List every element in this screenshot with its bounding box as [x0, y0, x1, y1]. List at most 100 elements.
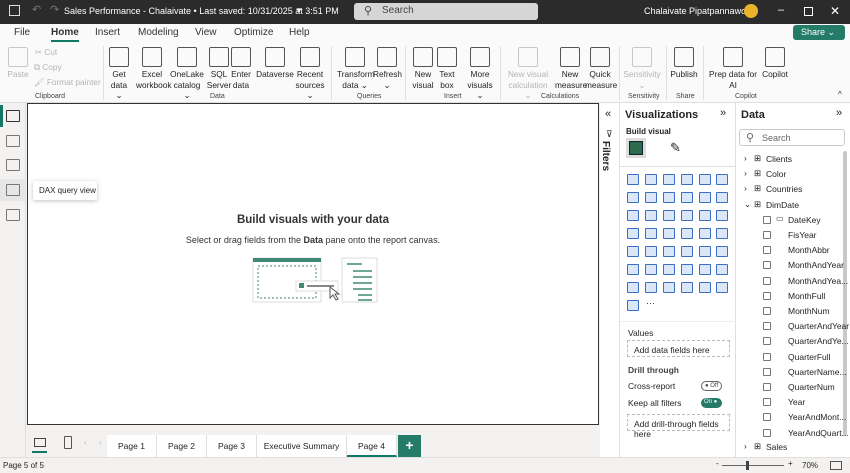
report-view-icon[interactable] — [6, 110, 20, 122]
undo-icon[interactable]: ↶ — [32, 3, 41, 16]
ribbon-button-insert-1[interactable]: Text box — [437, 47, 457, 90]
visual-type-icon[interactable] — [716, 228, 728, 239]
ribbon-button-insert-2[interactable]: More visuals ⌄ — [465, 47, 495, 101]
format-painter-button[interactable]: 🖌 Format painter — [34, 77, 101, 88]
visual-type-icon[interactable] — [681, 192, 693, 203]
visual-type-icon[interactable] — [663, 228, 675, 239]
visual-type-icon[interactable] — [699, 228, 711, 239]
visual-type-icon[interactable] — [645, 210, 657, 221]
visual-type-icon[interactable] — [716, 174, 728, 185]
ribbon-button-calculations-2[interactable]: Quick measure — [585, 47, 617, 90]
field-checkbox[interactable] — [763, 398, 771, 407]
visual-type-icon[interactable] — [699, 246, 711, 257]
table-item[interactable]: › ⊞ Countries — [736, 183, 846, 197]
chevron-right-icon[interactable]: › — [744, 441, 747, 451]
ribbon-button-queries-0[interactable]: Transform data ⌄ — [337, 47, 375, 90]
field-checkbox[interactable] — [763, 428, 771, 437]
field-checkbox[interactable] — [763, 337, 771, 346]
field-checkbox[interactable] — [763, 307, 771, 315]
tab-file[interactable]: File — [14, 27, 30, 38]
visual-type-icon[interactable] — [699, 174, 711, 185]
close-icon[interactable]: ✕ — [830, 4, 840, 18]
share-button[interactable]: Share ⌄ — [793, 25, 845, 40]
field-item[interactable]: QuarterFull — [736, 351, 846, 365]
dax-query-view-icon[interactable] — [6, 184, 20, 196]
chevron-down-icon[interactable]: ⌄ — [744, 199, 751, 210]
report-canvas[interactable]: Build visuals with your data Select or d… — [27, 103, 599, 425]
visual-type-icon[interactable] — [645, 282, 657, 293]
ribbon-button-insert-0[interactable]: New visual — [412, 47, 434, 90]
title-dropdown-icon[interactable]: ▼ — [295, 6, 303, 15]
fit-to-page-icon[interactable] — [830, 461, 842, 470]
visual-type-icon[interactable] — [627, 282, 639, 293]
ribbon-button-data-0[interactable]: Get data ⌄ — [108, 47, 130, 101]
scroll-left-icon[interactable]: ‹ — [84, 438, 87, 447]
zoom-slider[interactable] — [722, 465, 784, 466]
visual-type-icon[interactable] — [663, 246, 675, 257]
collapse-data-icon[interactable]: » — [836, 107, 842, 119]
visual-type-icon[interactable] — [681, 210, 693, 221]
visual-type-icon[interactable] — [627, 264, 639, 275]
table-item[interactable]: › ⊞ Color — [736, 168, 846, 182]
visual-type-icon[interactable] — [645, 264, 657, 275]
field-checkbox[interactable] — [763, 276, 771, 285]
field-item[interactable]: QuarterNum — [736, 381, 846, 395]
zoom-in-button[interactable]: + — [788, 459, 793, 468]
data-search-input[interactable]: ⚲ Search — [739, 129, 845, 146]
minimize-icon[interactable]: – — [778, 4, 784, 16]
table-item[interactable]: › ⊞ Sales — [736, 441, 846, 455]
field-item[interactable]: QuarterAndYear — [736, 320, 849, 334]
field-item[interactable]: QuarterName... — [736, 366, 847, 380]
visual-type-icon[interactable] — [663, 192, 675, 203]
field-item[interactable]: MonthAndYear — [736, 259, 846, 273]
field-checkbox[interactable] — [763, 231, 771, 239]
field-checkbox[interactable] — [763, 246, 771, 255]
ribbon-button-calculations-0[interactable]: New visual calculation ⌄ — [505, 47, 551, 101]
field-checkbox[interactable] — [763, 413, 771, 422]
visual-type-icon[interactable] — [699, 264, 711, 275]
collapse-ribbon-icon[interactable]: ^ — [838, 90, 842, 99]
visual-type-icon[interactable] — [663, 264, 675, 275]
tab-insert[interactable]: Insert — [95, 27, 120, 38]
format-visual-icon[interactable]: ✎ — [670, 140, 681, 156]
collapse-visualizations-icon[interactable]: » — [720, 107, 726, 119]
page-tab[interactable]: Page 1 — [107, 435, 157, 457]
field-item[interactable]: MonthNum — [736, 305, 846, 319]
cut-button[interactable]: ✂ Cut — [35, 47, 57, 57]
field-item[interactable]: MonthAndYea... — [736, 275, 848, 289]
field-checkbox[interactable] — [763, 352, 771, 361]
cross-report-toggle[interactable]: ● Off — [701, 381, 722, 391]
values-well[interactable]: Add data fields here — [627, 340, 730, 357]
field-item[interactable]: MonthAbbr — [736, 244, 846, 258]
field-checkbox[interactable] — [763, 322, 771, 331]
chevron-right-icon[interactable]: › — [744, 153, 747, 163]
tmdl-view-icon[interactable] — [6, 209, 20, 221]
table-view-icon[interactable] — [6, 135, 20, 147]
ribbon-button-copilot-0[interactable]: Prep data for AI — [708, 47, 758, 90]
chevron-right-icon[interactable]: › — [744, 168, 747, 178]
field-checkbox[interactable] — [763, 261, 771, 270]
ribbon-button-data-5[interactable]: Dataverse — [256, 47, 294, 80]
mobile-layout-icon[interactable] — [64, 436, 72, 449]
visual-type-icon[interactable] — [716, 282, 728, 293]
desktop-layout-icon[interactable] — [34, 438, 46, 447]
table-item[interactable]: ⌄ ⊞ DimDate — [736, 199, 846, 213]
build-visual-tab[interactable] — [626, 138, 646, 158]
filters-pane-collapsed[interactable]: « ⊽ Filters — [600, 103, 620, 457]
page-tab-active[interactable]: Page 4 — [347, 435, 397, 457]
ribbon-button-copilot-1[interactable]: Copilot — [759, 47, 791, 80]
tab-help[interactable]: Help — [289, 27, 310, 38]
field-checkbox[interactable] — [763, 367, 771, 376]
visual-type-icon[interactable] — [699, 210, 711, 221]
paste-button[interactable]: Paste — [6, 47, 30, 80]
visual-type-icon[interactable] — [716, 210, 728, 221]
redo-icon[interactable]: ↷ — [50, 3, 59, 16]
ribbon-button-share-0[interactable]: Publish — [670, 47, 698, 80]
ribbon-button-data-6[interactable]: Recent sources ⌄ — [293, 47, 327, 101]
visual-type-icon[interactable] — [645, 228, 657, 239]
ribbon-button-data-4[interactable]: Enter data — [231, 47, 251, 90]
visual-type-icon[interactable] — [663, 210, 675, 221]
visual-type-icon[interactable] — [645, 174, 657, 185]
visual-type-icon[interactable] — [699, 282, 711, 293]
visual-type-icon[interactable] — [716, 192, 728, 203]
